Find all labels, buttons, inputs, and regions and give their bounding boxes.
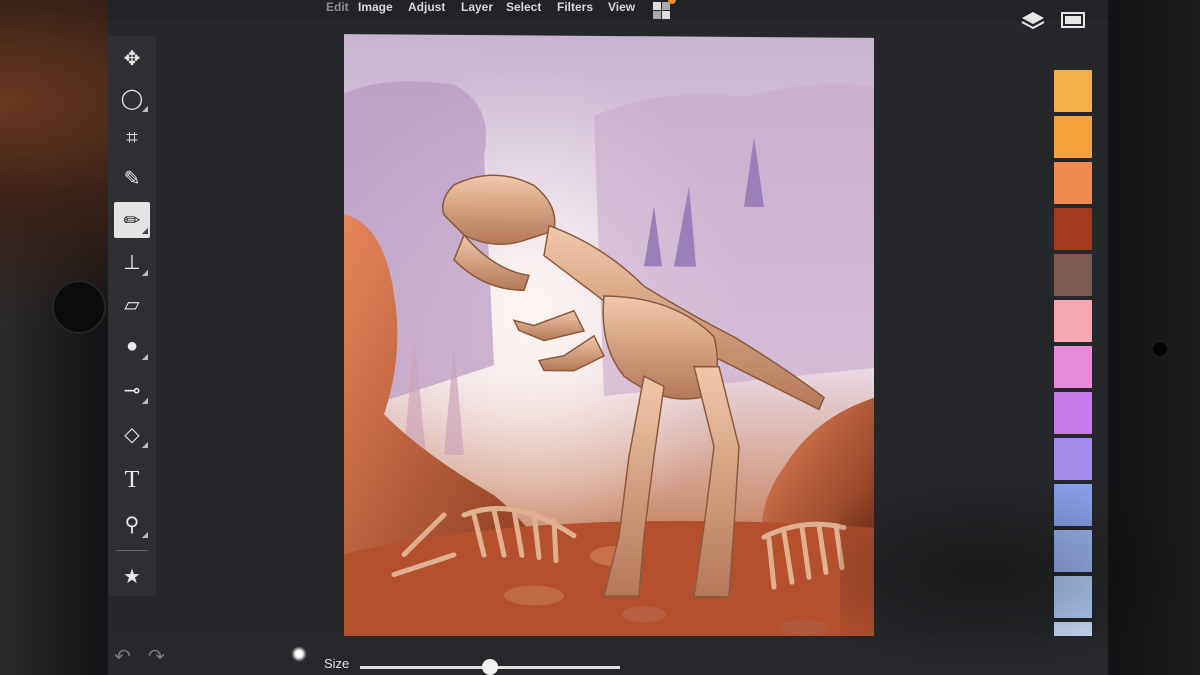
brush-icon: ✏	[123, 209, 141, 232]
menu-bar: Edit Image Adjust Layer Select Filters V…	[108, 0, 1108, 20]
menu-image[interactable]: Image	[358, 0, 393, 14]
smudge-tool[interactable]: ⊸ ◢	[114, 372, 150, 408]
eyedropper-tool[interactable]: ✎	[114, 160, 150, 196]
stamp-icon: ⊥	[123, 251, 141, 274]
color-swatch[interactable]	[1054, 116, 1092, 158]
tool-panel: ✥ ◯ ◢ ⌗ ✎ ✏ ◢ ⊥ ◢ ▱ ● ◢ ⊸ ◢ ◇ ◢ T ⚲ ◢ ★	[108, 36, 156, 596]
text-icon: T	[124, 466, 140, 493]
layers-icon[interactable]	[1020, 10, 1046, 37]
lasso-icon: ◯	[120, 87, 144, 110]
move-tool[interactable]: ✥	[114, 40, 150, 76]
color-swatch[interactable]	[1054, 576, 1092, 618]
size-slider[interactable]	[360, 659, 620, 675]
eraser-icon: ▱	[124, 293, 140, 316]
menu-filters[interactable]: Filters	[557, 0, 593, 14]
color-swatch[interactable]	[1054, 162, 1092, 204]
camera	[1153, 342, 1167, 356]
color-swatch[interactable]	[1054, 530, 1092, 572]
home-button[interactable]	[52, 280, 106, 334]
color-swatch[interactable]	[1054, 208, 1092, 250]
menu-view[interactable]: View	[608, 0, 635, 14]
favorites-tool[interactable]: ★	[114, 558, 150, 594]
brush-preview-icon	[291, 646, 307, 662]
menu-edit[interactable]: Edit	[326, 0, 349, 14]
stamp-tool[interactable]: ⊥ ◢	[114, 244, 150, 280]
bottom-bar: ↶ ↷ Size	[108, 636, 1108, 675]
color-swatch[interactable]	[1054, 392, 1092, 434]
undo-icon[interactable]: ↶	[114, 644, 131, 669]
notification-dot	[668, 0, 676, 4]
color-swatch[interactable]	[1054, 484, 1092, 526]
eyedropper-icon: ✎	[123, 167, 141, 190]
eraser-tool[interactable]: ▱	[114, 286, 150, 322]
tool-divider	[116, 550, 148, 551]
size-label: Size	[324, 656, 350, 671]
trex-skeleton-artwork	[344, 34, 874, 650]
fullscreen-icon[interactable]	[1060, 10, 1086, 35]
brush-tool[interactable]: ✏ ◢	[114, 202, 150, 238]
fill-bucket-icon: ◇	[124, 423, 140, 446]
redo-icon[interactable]: ↷	[148, 644, 165, 669]
size-slider-knob[interactable]	[482, 659, 498, 675]
app-screen: Edit Image Adjust Layer Select Filters V…	[108, 0, 1108, 675]
menu-adjust[interactable]: Adjust	[408, 0, 445, 14]
color-swatch[interactable]	[1054, 438, 1092, 480]
crop-icon: ⌗	[126, 126, 138, 149]
color-swatch[interactable]	[1054, 300, 1092, 342]
color-swatch[interactable]	[1054, 254, 1092, 296]
blur-drop-icon: ●	[125, 334, 139, 357]
text-tool[interactable]: T	[114, 462, 150, 498]
color-swatches	[1054, 70, 1096, 668]
app-logo-icon[interactable]	[653, 0, 676, 20]
crop-tool[interactable]: ⌗	[114, 120, 150, 156]
zoom-icon: ⚲	[124, 513, 140, 536]
move-icon: ✥	[123, 47, 141, 70]
smudge-icon: ⊸	[123, 379, 141, 402]
artwork-canvas[interactable]	[344, 34, 874, 650]
fill-tool[interactable]: ◇ ◢	[114, 416, 150, 452]
blur-tool[interactable]: ● ◢	[114, 328, 150, 364]
zoom-tool[interactable]: ⚲ ◢	[114, 506, 150, 542]
menu-layer[interactable]: Layer	[461, 0, 493, 14]
color-swatch[interactable]	[1054, 70, 1092, 112]
favorites-star-icon: ★	[123, 565, 141, 588]
menu-select[interactable]: Select	[506, 0, 541, 14]
color-swatch[interactable]	[1054, 346, 1092, 388]
lasso-tool[interactable]: ◯ ◢	[114, 80, 150, 116]
